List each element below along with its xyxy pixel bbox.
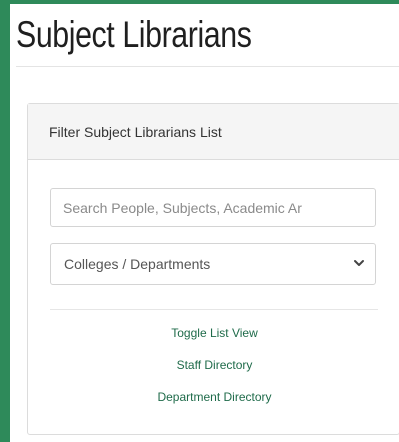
- page-container: Subject Librarians Filter Subject Librar…: [10, 4, 399, 442]
- department-directory-link[interactable]: Department Directory: [28, 390, 399, 404]
- filter-panel-heading: Filter Subject Librarians List: [28, 104, 399, 160]
- panel-divider: [50, 309, 378, 310]
- department-select-value: Colleges / Departments: [64, 256, 211, 272]
- filter-panel: Filter Subject Librarians List Colleges …: [27, 103, 399, 435]
- search-input[interactable]: [50, 188, 376, 227]
- staff-directory-link[interactable]: Staff Directory: [28, 358, 399, 372]
- chevron-down-icon: [354, 260, 364, 266]
- toggle-list-view-link[interactable]: Toggle List View: [28, 326, 399, 340]
- title-divider: [16, 66, 399, 67]
- department-select[interactable]: Colleges / Departments: [50, 243, 376, 285]
- page-title: Subject Librarians: [16, 14, 252, 55]
